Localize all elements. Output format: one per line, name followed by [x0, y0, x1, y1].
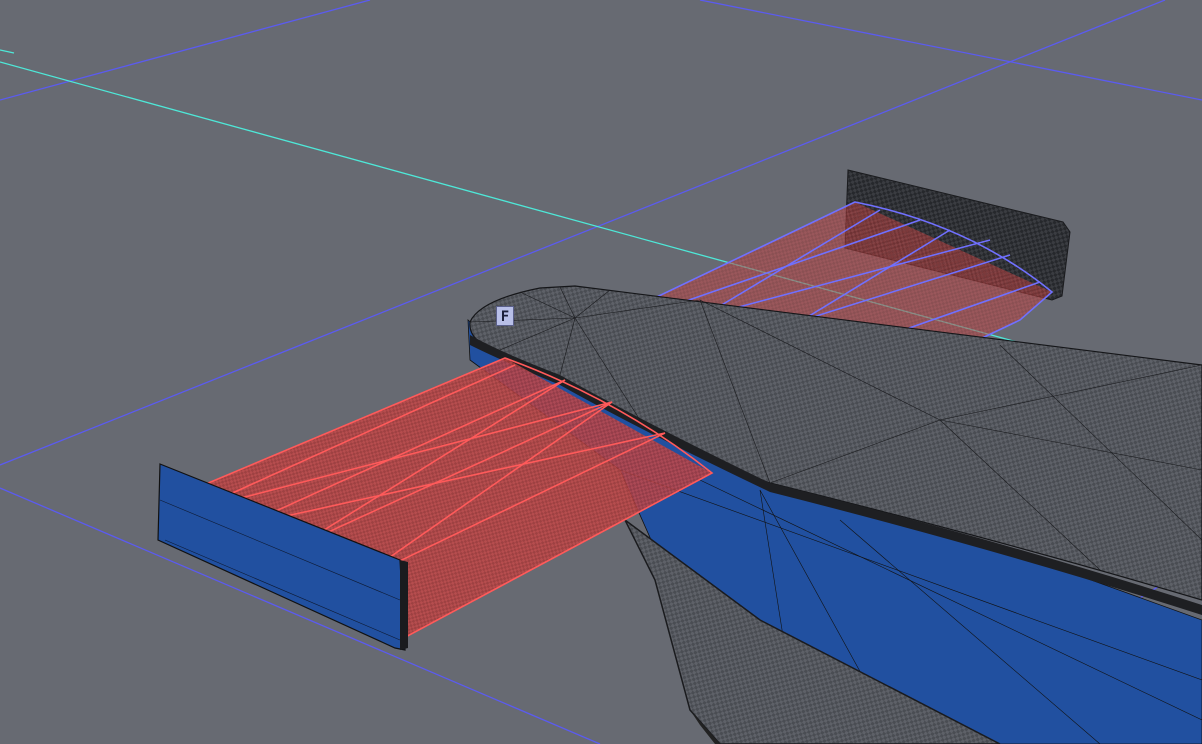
- view-label-badge[interactable]: F: [496, 306, 514, 326]
- 3d-viewport[interactable]: F: [0, 0, 1202, 744]
- scene-canvas[interactable]: [0, 0, 1202, 744]
